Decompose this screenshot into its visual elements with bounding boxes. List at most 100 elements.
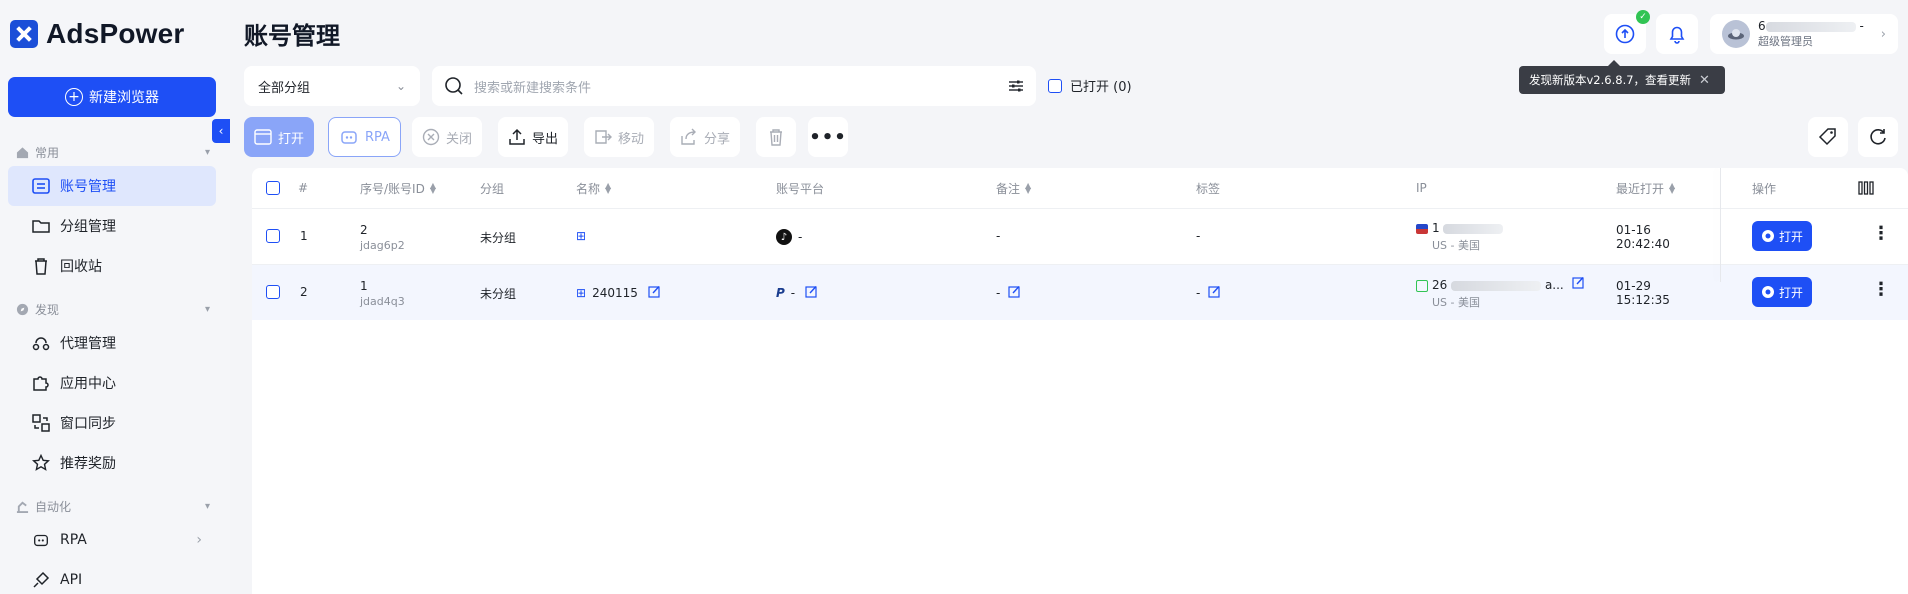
close-circle-icon <box>422 128 440 146</box>
seq-number: 2 <box>360 222 368 237</box>
notifications-button[interactable] <box>1656 14 1698 54</box>
rpa-label: RPA <box>365 129 390 145</box>
paypal-icon: P <box>776 286 785 300</box>
platform-value: - <box>790 286 796 300</box>
share-button[interactable]: 分享 <box>670 117 741 157</box>
select-all-checkbox[interactable] <box>266 168 280 208</box>
search-input[interactable]: 搜索或新建搜索条件 <box>432 66 1036 106</box>
row-index: 1 <box>300 229 308 243</box>
column-header-last-open[interactable]: 最近打开 ▲ ▼ <box>1616 168 1675 208</box>
robot-icon <box>341 131 357 144</box>
row-open-button[interactable]: 打开 <box>1752 277 1812 307</box>
sidebar-item-rpa[interactable]: RPA › <box>8 520 216 560</box>
checkbox[interactable] <box>266 229 280 243</box>
column-header-tag: 标签 <box>1196 181 1221 196</box>
tag-manage-button[interactable] <box>1808 117 1848 157</box>
group-cell: 未分组 <box>480 231 517 245</box>
check-badge-icon: ✓ <box>1636 10 1650 24</box>
home-icon <box>16 147 29 159</box>
move-label: 移动 <box>618 131 645 147</box>
row-more-icon[interactable]: ⋮ <box>1872 223 1890 244</box>
checkbox[interactable] <box>1048 78 1062 93</box>
row-more-icon[interactable]: ⋮ <box>1872 279 1890 300</box>
chevron-left-icon: ‹ <box>218 124 224 138</box>
user-menu[interactable]: 6 - 超级管理员 › <box>1710 14 1898 54</box>
sidebar-item-groups[interactable]: 分组管理 <box>8 206 216 246</box>
brand-name: AdsPower <box>46 18 185 49</box>
checkbox[interactable] <box>266 181 280 195</box>
last-open-date: 01-16 <box>1616 223 1651 237</box>
seq-id-cell: 2 jdag6p2 <box>360 209 405 265</box>
more-actions-button[interactable]: ••• <box>808 117 848 157</box>
sidebar-item-referral[interactable]: 推荐奖励 <box>8 443 216 483</box>
sidebar-item-window-sync[interactable]: 窗口同步 <box>8 403 216 443</box>
name-cell: ⊞ 240115 <box>576 285 661 301</box>
open-button[interactable]: 打开 <box>244 117 315 157</box>
row-checkbox[interactable] <box>266 285 280 299</box>
ip-address: 1 <box>1416 221 1504 235</box>
name-cell: ⊞ <box>576 229 586 243</box>
chrome-icon <box>1761 286 1774 298</box>
group-select-value: 全部分组 <box>258 80 311 96</box>
row-open-button[interactable]: 打开 <box>1752 221 1812 251</box>
remark-cell: - <box>996 285 1021 301</box>
edit-icon[interactable] <box>805 285 818 301</box>
refresh-button[interactable] <box>1858 117 1898 157</box>
chevron-down-icon: ▾ <box>204 304 210 315</box>
close-icon[interactable]: ✕ <box>1699 73 1710 88</box>
last-open-time: 15:12:35 <box>1616 293 1670 307</box>
row-open-label: 打开 <box>1778 229 1803 244</box>
sidebar-item-api[interactable]: API <box>8 560 216 594</box>
sidebar-item-trash[interactable]: 回收站 <box>8 246 216 286</box>
row-checkbox[interactable] <box>266 229 280 243</box>
opened-filter-checkbox[interactable]: 已打开 (0) <box>1048 76 1132 95</box>
account-id: jdad4q3 <box>360 294 405 308</box>
search-icon <box>445 77 463 95</box>
refresh-icon <box>1870 129 1886 145</box>
section-discover[interactable]: 发现 ▾ <box>16 301 210 318</box>
delete-button[interactable] <box>756 117 796 157</box>
update-tooltip[interactable]: 发现新版本v2.6.8.7，查看更新 ✕ <box>1519 60 1725 94</box>
group-select[interactable]: 全部分组 ⌄ <box>244 66 420 106</box>
update-button[interactable]: ✓ <box>1604 10 1650 54</box>
section-automation[interactable]: 自动化 ▾ <box>16 498 210 515</box>
checkbox[interactable] <box>266 285 280 299</box>
column-header-seq-id[interactable]: 序号/账号ID ▲ ▼ <box>360 168 436 208</box>
sidebar-item-app-center[interactable]: 应用中心 <box>8 363 216 403</box>
page-title: 账号管理 <box>244 22 340 50</box>
move-button[interactable]: 移动 <box>584 117 655 157</box>
sort-icon: ▲ ▼ <box>1025 181 1032 195</box>
last-open-date: 01-29 <box>1616 279 1651 293</box>
table-row[interactable]: 1 2 jdag6p2 未分组 ⊞ ♪ - - - 1 US - 美国 01-1… <box>252 208 1908 264</box>
sidebar-item-label: 应用中心 <box>60 376 116 392</box>
collapse-sidebar-button[interactable]: ‹ <box>212 119 230 143</box>
sidebar-item-label: 推荐奖励 <box>60 456 116 472</box>
sticky-column-divider <box>1720 168 1721 282</box>
logo[interactable]: AdsPower <box>10 18 185 50</box>
column-header-remark[interactable]: 备注 ▲ ▼ <box>996 168 1031 208</box>
edit-icon[interactable] <box>1008 285 1021 301</box>
sidebar-item-label: 账号管理 <box>60 179 116 195</box>
edit-icon[interactable] <box>1208 285 1221 301</box>
close-button[interactable]: 关闭 <box>412 117 483 157</box>
section-common[interactable]: 常用 ▾ <box>16 144 210 161</box>
sidebar-item-accounts[interactable]: 账号管理 <box>8 166 216 206</box>
column-settings-button[interactable] <box>1858 168 1874 208</box>
filter-settings-icon[interactable] <box>1008 78 1024 94</box>
ip-location: US - 美国 <box>1432 296 1480 309</box>
column-header-name[interactable]: 名称 ▲ ▼ <box>576 168 611 208</box>
trash-icon <box>770 129 782 146</box>
table-row[interactable]: 2 1 jdad4q3 未分组 ⊞ 240115 P - - - 26 a...… <box>252 264 1908 320</box>
chevron-down-icon: ⌄ <box>395 79 406 93</box>
chevron-down-icon: ▾ <box>204 147 210 158</box>
sort-icon: ▲ ▼ <box>605 181 612 195</box>
windows-icon: ⊞ <box>576 229 587 243</box>
new-browser-button[interactable]: + 新建浏览器 <box>8 77 216 117</box>
sidebar-item-proxy[interactable]: 代理管理 <box>8 323 216 363</box>
export-button[interactable]: 导出 <box>498 117 569 157</box>
edit-icon[interactable] <box>1571 276 1585 292</box>
folder-icon <box>32 217 50 235</box>
edit-icon[interactable] <box>648 285 661 301</box>
rpa-button[interactable]: RPA <box>328 117 401 157</box>
last-open-cell: 01-29 15:12:35 <box>1616 265 1670 321</box>
